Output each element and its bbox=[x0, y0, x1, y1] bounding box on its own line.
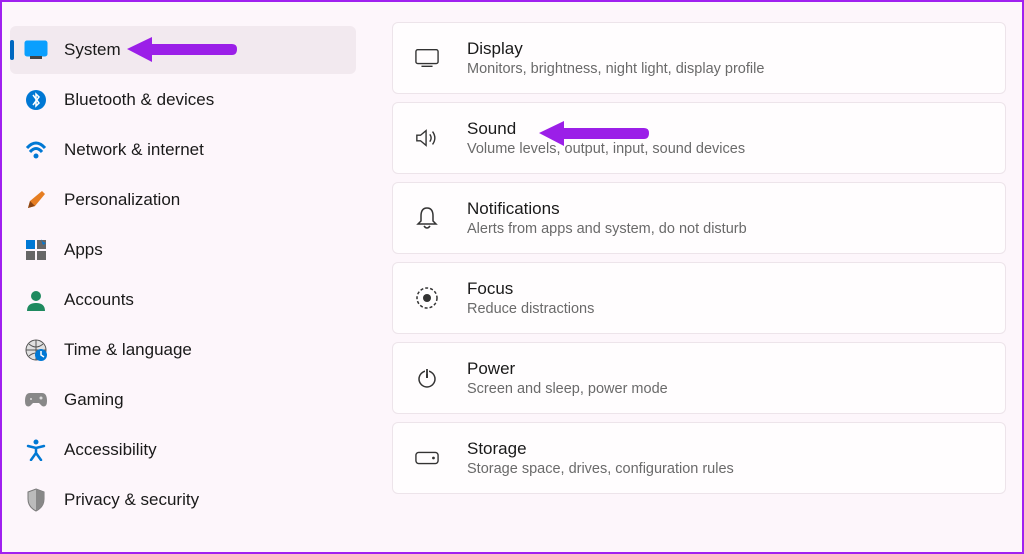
card-notifications[interactable]: Notifications Alerts from apps and syste… bbox=[392, 182, 1006, 254]
sidebar-item-label: Gaming bbox=[64, 390, 124, 410]
card-body: Display Monitors, brightness, night ligh… bbox=[467, 39, 764, 77]
system-icon bbox=[24, 38, 48, 62]
card-title: Display bbox=[467, 39, 764, 59]
sidebar-item-accessibility[interactable]: Accessibility bbox=[10, 426, 356, 474]
sidebar-item-label: Accounts bbox=[64, 290, 134, 310]
sidebar-item-time-language[interactable]: Time & language bbox=[10, 326, 356, 374]
sidebar-item-label: Personalization bbox=[64, 190, 180, 210]
card-body: Sound Volume levels, output, input, soun… bbox=[467, 119, 745, 157]
card-desc: Alerts from apps and system, do not dist… bbox=[467, 221, 747, 237]
time-language-icon bbox=[24, 338, 48, 362]
sidebar-item-label: Accessibility bbox=[64, 440, 157, 460]
card-display[interactable]: Display Monitors, brightness, night ligh… bbox=[392, 22, 1006, 94]
card-title: Power bbox=[467, 359, 668, 379]
gaming-icon bbox=[24, 388, 48, 412]
sidebar-item-accounts[interactable]: Accounts bbox=[10, 276, 356, 324]
card-storage[interactable]: Storage Storage space, drives, configura… bbox=[392, 422, 1006, 494]
focus-icon bbox=[415, 286, 439, 310]
card-title: Storage bbox=[467, 439, 734, 459]
sound-icon bbox=[415, 126, 439, 150]
sidebar-item-label: Privacy & security bbox=[64, 490, 199, 510]
sidebar: System Bluetooth & devices Network & int… bbox=[2, 2, 364, 552]
card-body: Storage Storage space, drives, configura… bbox=[467, 439, 734, 477]
card-desc: Monitors, brightness, night light, displ… bbox=[467, 61, 764, 77]
sidebar-item-label: Bluetooth & devices bbox=[64, 90, 214, 110]
personalization-icon bbox=[24, 188, 48, 212]
main-content: Display Monitors, brightness, night ligh… bbox=[364, 2, 1022, 552]
privacy-icon bbox=[24, 488, 48, 512]
sidebar-item-label: Time & language bbox=[64, 340, 192, 360]
card-power[interactable]: Power Screen and sleep, power mode bbox=[392, 342, 1006, 414]
sidebar-item-personalization[interactable]: Personalization bbox=[10, 176, 356, 224]
card-title: Sound bbox=[467, 119, 745, 139]
sidebar-item-system[interactable]: System bbox=[10, 26, 356, 74]
sidebar-item-network[interactable]: Network & internet bbox=[10, 126, 356, 174]
card-body: Notifications Alerts from apps and syste… bbox=[467, 199, 747, 237]
sidebar-item-apps[interactable]: Apps bbox=[10, 226, 356, 274]
sidebar-item-label: Network & internet bbox=[64, 140, 204, 160]
apps-icon bbox=[24, 238, 48, 262]
card-desc: Screen and sleep, power mode bbox=[467, 381, 668, 397]
card-desc: Reduce distractions bbox=[467, 301, 594, 317]
card-desc: Volume levels, output, input, sound devi… bbox=[467, 141, 745, 157]
card-desc: Storage space, drives, configuration rul… bbox=[467, 461, 734, 477]
card-focus[interactable]: Focus Reduce distractions bbox=[392, 262, 1006, 334]
card-title: Focus bbox=[467, 279, 594, 299]
sidebar-item-gaming[interactable]: Gaming bbox=[10, 376, 356, 424]
power-icon bbox=[415, 366, 439, 390]
card-body: Focus Reduce distractions bbox=[467, 279, 594, 317]
network-icon bbox=[24, 138, 48, 162]
sidebar-item-label: System bbox=[64, 40, 121, 60]
bluetooth-icon bbox=[24, 88, 48, 112]
card-sound[interactable]: Sound Volume levels, output, input, soun… bbox=[392, 102, 1006, 174]
notifications-icon bbox=[415, 206, 439, 230]
accessibility-icon bbox=[24, 438, 48, 462]
accounts-icon bbox=[24, 288, 48, 312]
sidebar-item-label: Apps bbox=[64, 240, 103, 260]
card-title: Notifications bbox=[467, 199, 747, 219]
card-body: Power Screen and sleep, power mode bbox=[467, 359, 668, 397]
display-icon bbox=[415, 46, 439, 70]
storage-icon bbox=[415, 446, 439, 470]
sidebar-item-privacy[interactable]: Privacy & security bbox=[10, 476, 356, 524]
sidebar-item-bluetooth[interactable]: Bluetooth & devices bbox=[10, 76, 356, 124]
